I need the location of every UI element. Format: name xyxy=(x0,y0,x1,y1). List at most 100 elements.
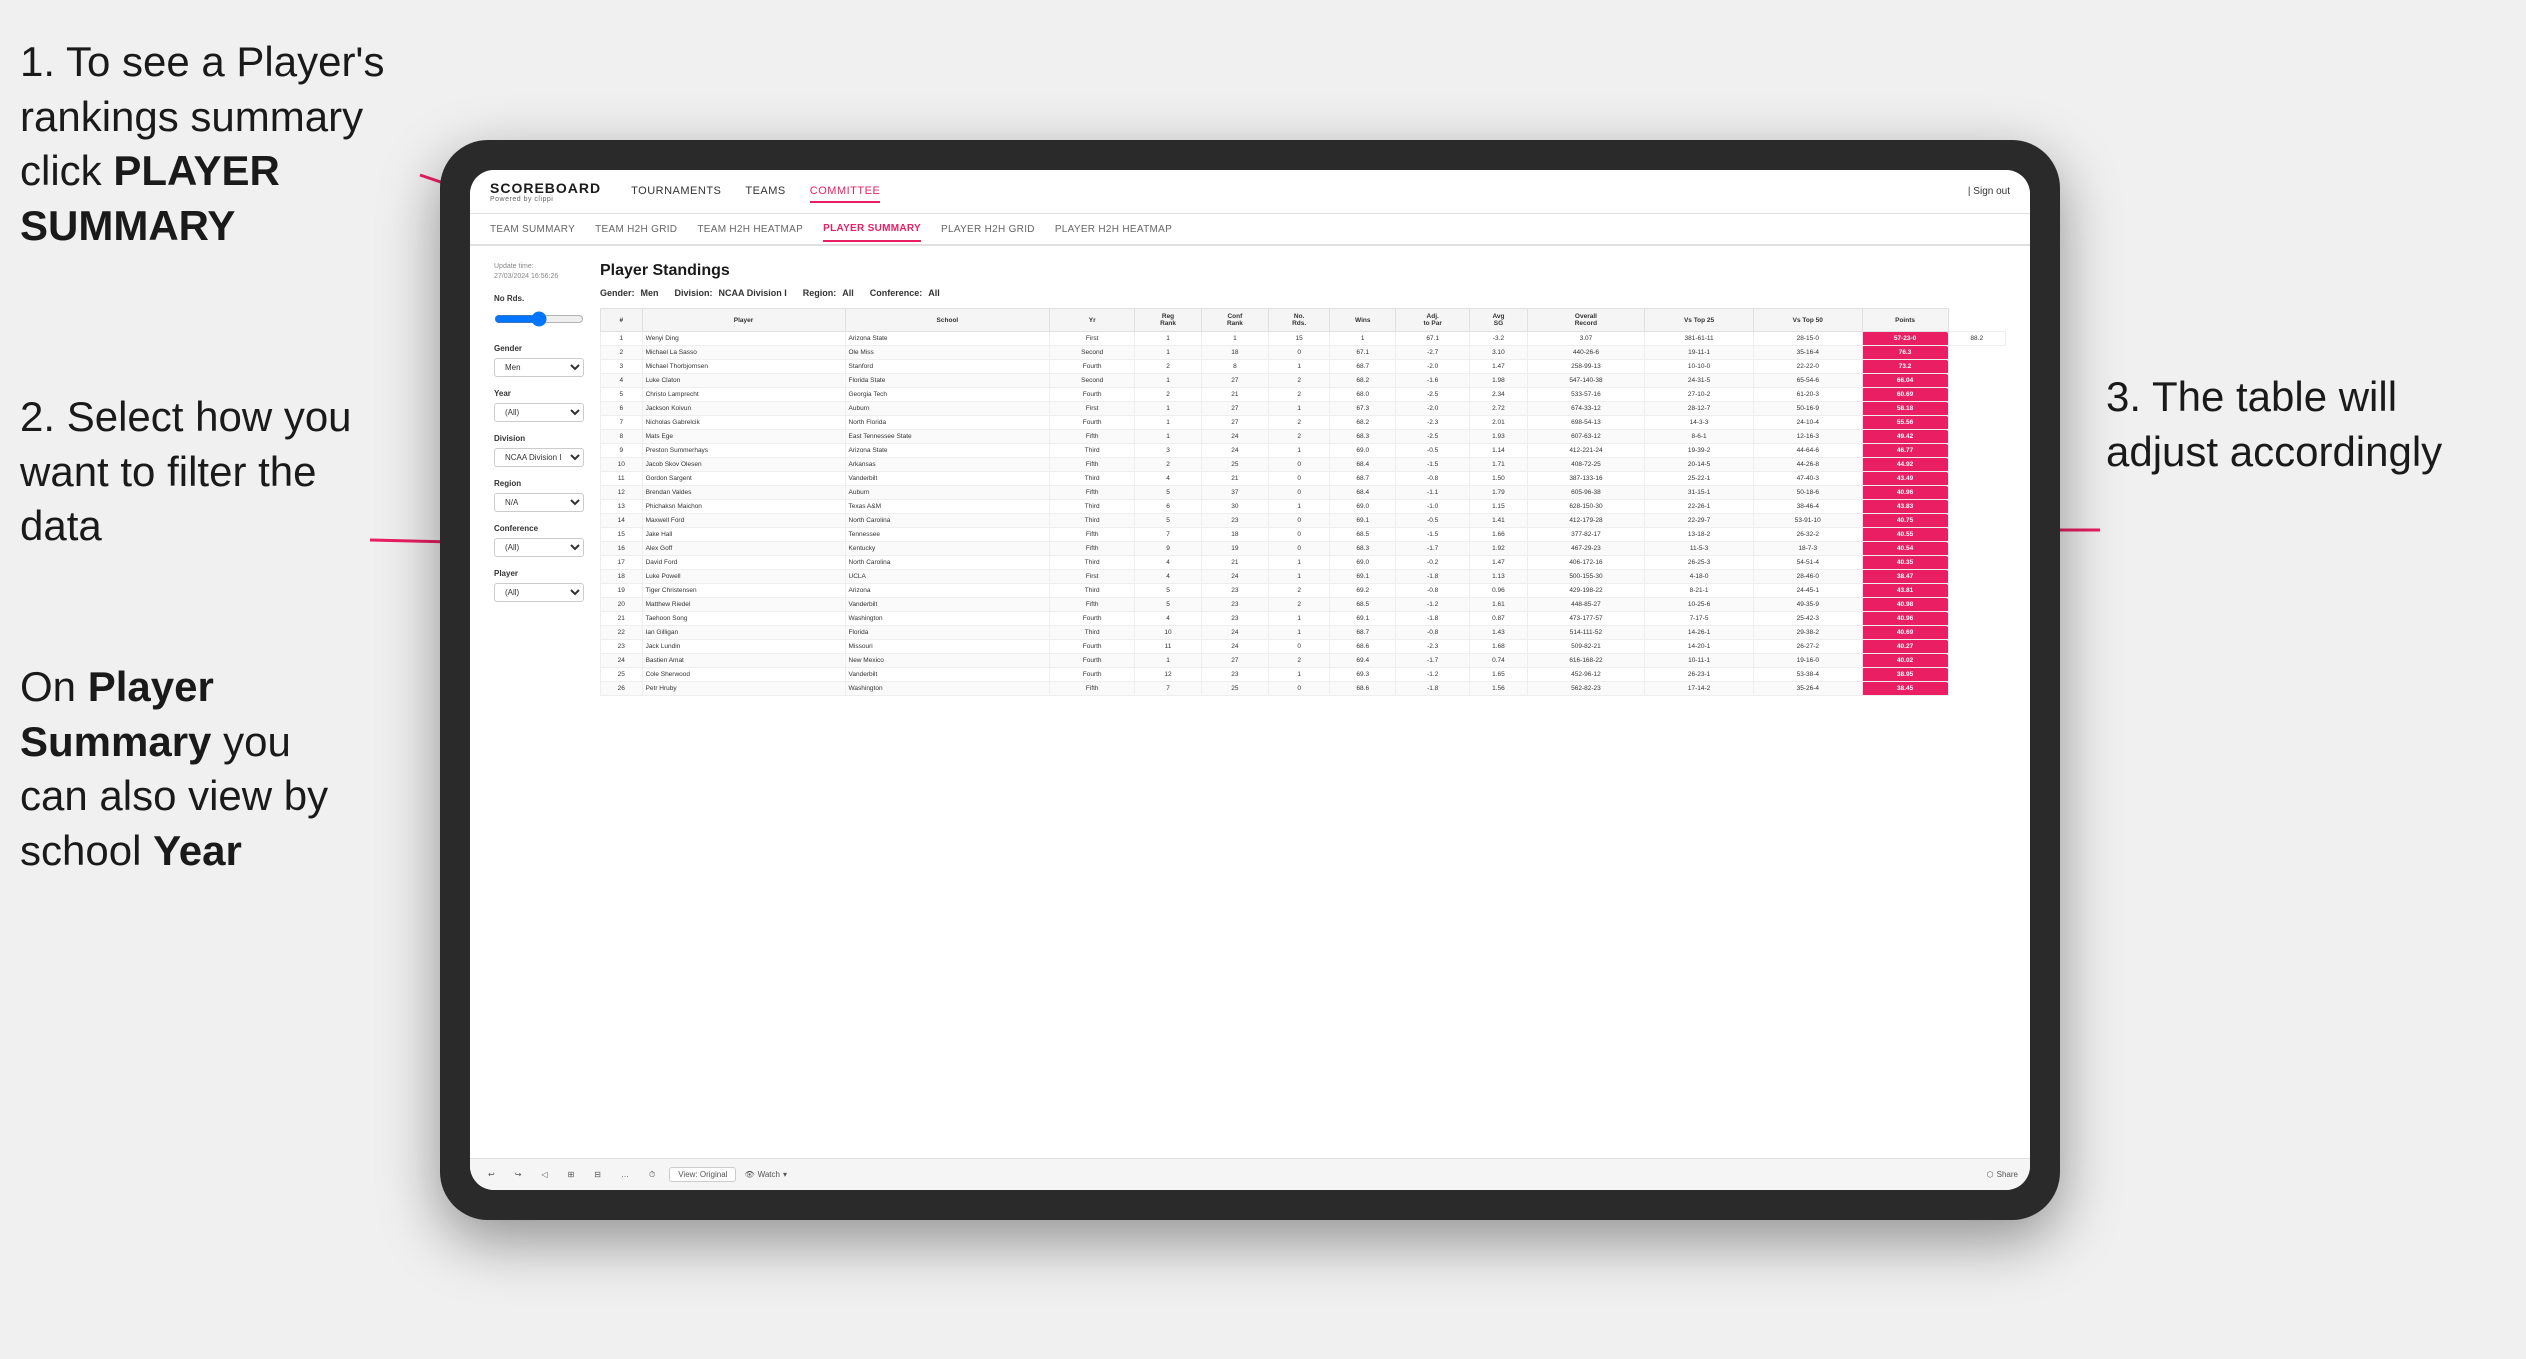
toolbar-paste[interactable]: ⊟ xyxy=(588,1168,607,1181)
points-cell: 43.49 xyxy=(1862,472,1948,486)
table-cell: 2 xyxy=(1268,598,1330,612)
table-cell: 19 xyxy=(1201,542,1268,556)
toolbar-share-button[interactable]: ⬡ Share xyxy=(1987,1170,2018,1179)
table-cell: 69.3 xyxy=(1330,668,1396,682)
toolbar-watch-button[interactable]: 👁 Watch ▾ xyxy=(744,1170,787,1179)
table-cell: 27-10-2 xyxy=(1645,388,1754,402)
subnav-player-summary[interactable]: PLAYER SUMMARY xyxy=(823,217,921,242)
nav-committee[interactable]: COMMITTEE xyxy=(810,181,881,203)
table-cell: 15 xyxy=(601,528,643,542)
table-row: 21Taehoon SongWashingtonFourth423169.1-1… xyxy=(601,612,2006,626)
table-cell: -3.2 xyxy=(1470,332,1527,346)
table-cell: Jackson Koivun xyxy=(642,402,845,416)
table-cell: East Tennessee State xyxy=(845,430,1050,444)
table-cell: 10-10-0 xyxy=(1645,360,1754,374)
table-cell: Christo Lamprecht xyxy=(642,388,845,402)
main-nav: TOURNAMENTS TEAMS COMMITTEE xyxy=(631,181,1968,203)
table-cell: 20-14-5 xyxy=(1645,458,1754,472)
subnav-player-h2h-grid[interactable]: PLAYER H2H GRID xyxy=(941,218,1035,241)
table-cell: -1.8 xyxy=(1396,612,1470,626)
table-cell: 0.87 xyxy=(1470,612,1527,626)
table-cell: Vanderbilt xyxy=(845,472,1050,486)
table-cell: 1 xyxy=(1268,612,1330,626)
table-cell: 473-177-57 xyxy=(1527,612,1645,626)
sign-out-link[interactable]: Sign out xyxy=(1973,186,2010,197)
subnav-player-h2h-heatmap[interactable]: PLAYER H2H HEATMAP xyxy=(1055,218,1172,241)
table-cell: 13 xyxy=(601,500,643,514)
gender-select[interactable]: Men xyxy=(494,358,584,377)
points-cell: 43.81 xyxy=(1862,584,1948,598)
table-cell: Second xyxy=(1050,374,1135,388)
table-cell: Fifth xyxy=(1050,486,1135,500)
table-cell: 68.4 xyxy=(1330,486,1396,500)
table-cell: -2.5 xyxy=(1396,388,1470,402)
table-cell: 68.2 xyxy=(1330,416,1396,430)
subnav-team-h2h-heatmap[interactable]: TEAM H2H HEATMAP xyxy=(697,218,803,241)
region-select[interactable]: N/A xyxy=(494,493,584,512)
table-cell: 1.93 xyxy=(1470,430,1527,444)
table-cell: 28-15-0 xyxy=(1753,332,1862,346)
conference-select[interactable]: (All) xyxy=(494,538,584,557)
subnav-team-summary[interactable]: TEAM SUMMARY xyxy=(490,218,575,241)
toolbar-copy[interactable]: ⊞ xyxy=(562,1168,581,1181)
table-cell: 1 xyxy=(1268,626,1330,640)
table-row: 26Petr HrubyWashingtonFifth725068.6-1.81… xyxy=(601,682,2006,696)
table-cell: 24 xyxy=(1201,430,1268,444)
table-row: 3Michael ThorbjornsenStanfordFourth28168… xyxy=(601,360,2006,374)
table-cell: 0 xyxy=(1268,458,1330,472)
toolbar-back[interactable]: ◁ xyxy=(535,1168,553,1181)
nav-teams[interactable]: TEAMS xyxy=(745,181,785,203)
table-cell: 50-18-6 xyxy=(1753,486,1862,500)
table-cell: 547-140-38 xyxy=(1527,374,1645,388)
subnav-team-h2h-grid[interactable]: TEAM H2H GRID xyxy=(595,218,677,241)
table-cell: Third xyxy=(1050,514,1135,528)
table-cell: -1.8 xyxy=(1396,570,1470,584)
no-rds-slider[interactable] xyxy=(494,311,584,327)
nav-tournaments[interactable]: TOURNAMENTS xyxy=(631,181,721,203)
table-cell: 53-38-4 xyxy=(1753,668,1862,682)
points-cell: 43.83 xyxy=(1862,500,1948,514)
conference-filter-value: All xyxy=(928,288,940,298)
table-row: 22Ian GilliganFloridaThird1024168.7-0.81… xyxy=(601,626,2006,640)
toolbar-undo[interactable]: ↩ xyxy=(482,1168,501,1181)
table-cell: 8-21-1 xyxy=(1645,584,1754,598)
year-select[interactable]: (All) xyxy=(494,403,584,422)
points-cell: 73.2 xyxy=(1862,360,1948,374)
table-cell: Fourth xyxy=(1050,360,1135,374)
table-cell: 6 xyxy=(601,402,643,416)
table-cell: 68.7 xyxy=(1330,626,1396,640)
table-cell: Cole Sherwood xyxy=(642,668,845,682)
table-cell: 11 xyxy=(1135,640,1202,654)
toolbar-view-button[interactable]: View: Original xyxy=(669,1167,736,1182)
eye-icon: 👁 xyxy=(744,1170,754,1179)
table-cell: 1.79 xyxy=(1470,486,1527,500)
table-cell: Florida xyxy=(845,626,1050,640)
division-select[interactable]: NCAA Division I xyxy=(494,448,584,467)
table-cell: -2.0 xyxy=(1396,402,1470,416)
points-cell: 40.96 xyxy=(1862,612,1948,626)
table-cell: Missouri xyxy=(845,640,1050,654)
toolbar-more[interactable]: … xyxy=(615,1168,635,1181)
points-cell: 49.42 xyxy=(1862,430,1948,444)
gender-filter-label: Gender: xyxy=(600,288,635,298)
table-cell: 19 xyxy=(601,584,643,598)
table-cell: 29-38-2 xyxy=(1753,626,1862,640)
toolbar-redo[interactable]: ↪ xyxy=(509,1168,528,1181)
header-sign-out: | Sign out xyxy=(1968,186,2010,197)
table-cell: 0 xyxy=(1268,528,1330,542)
table-cell: 21 xyxy=(1201,472,1268,486)
table-cell: -2.3 xyxy=(1396,640,1470,654)
toolbar-clock[interactable]: ⏱ xyxy=(643,1168,661,1182)
table-cell: 69.2 xyxy=(1330,584,1396,598)
player-select[interactable]: (All) xyxy=(494,583,584,602)
table-row: 11Gordon SargentVanderbiltThird421068.7-… xyxy=(601,472,2006,486)
table-cell: First xyxy=(1050,332,1135,346)
table-cell: 18 xyxy=(1201,528,1268,542)
table-cell: 509-82-21 xyxy=(1527,640,1645,654)
table-cell: 17 xyxy=(601,556,643,570)
table-cell: David Ford xyxy=(642,556,845,570)
points-cell: 44.92 xyxy=(1862,458,1948,472)
table-cell: 20 xyxy=(601,598,643,612)
table-cell: Vanderbilt xyxy=(845,668,1050,682)
logo-area: SCOREBOARD Powered by clippi xyxy=(490,180,601,203)
